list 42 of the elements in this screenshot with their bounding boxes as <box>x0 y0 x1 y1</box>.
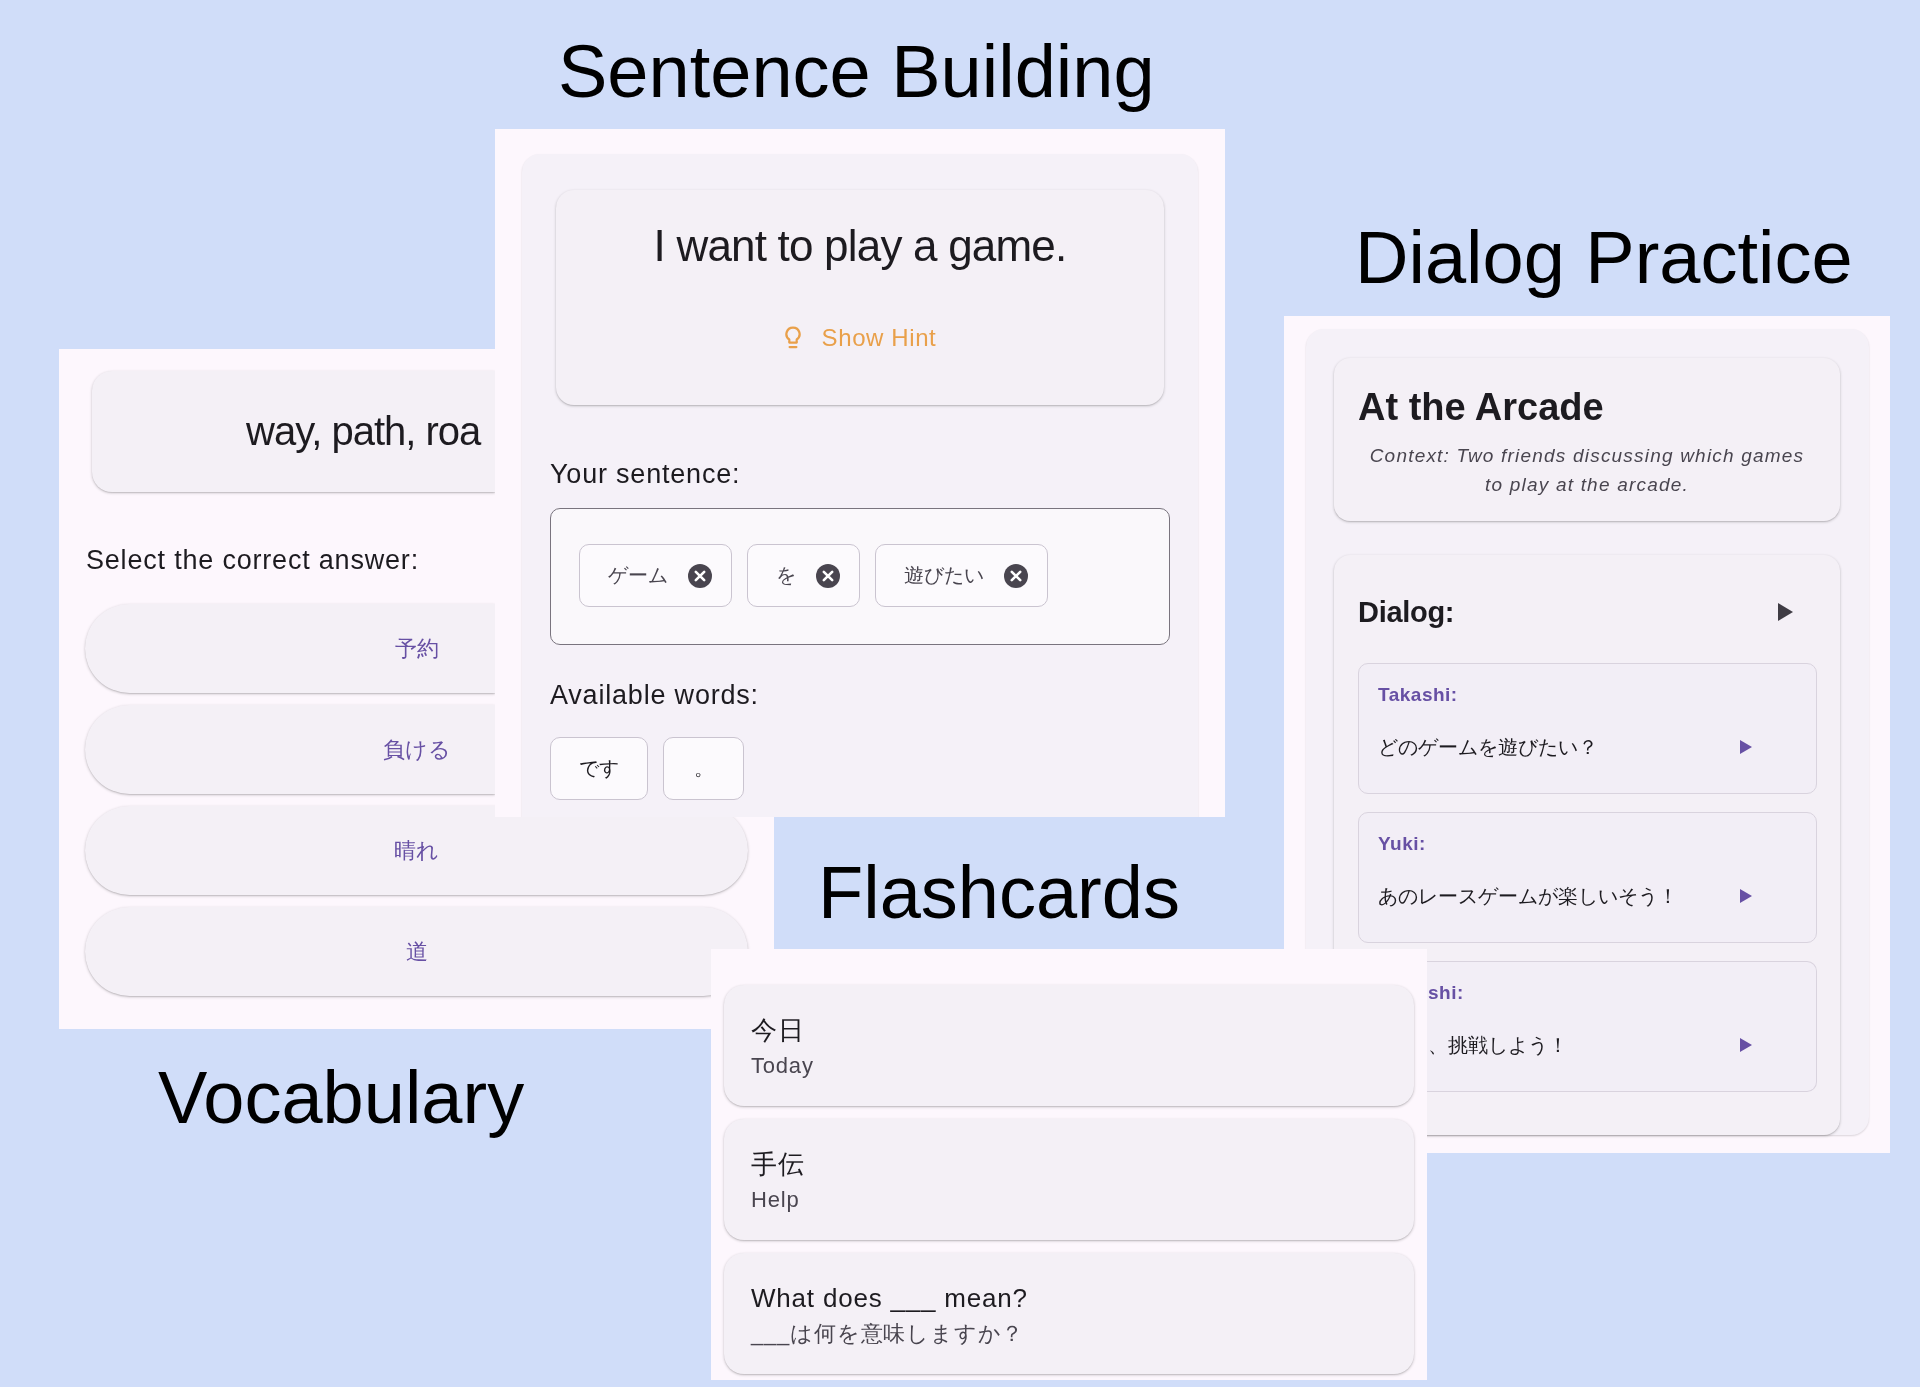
play-icon[interactable] <box>1740 1038 1752 1052</box>
line-text: 、挑戦しよう！ <box>1428 1032 1568 1058</box>
flashcard[interactable]: 今日 Today <box>724 985 1414 1106</box>
answer-box[interactable]: ゲーム を 遊びたい <box>550 508 1170 645</box>
play-icon[interactable] <box>1740 889 1752 903</box>
close-icon[interactable] <box>688 563 712 588</box>
scenario-title: At the Arcade <box>1358 385 1604 430</box>
word-chip[interactable]: 。 <box>663 737 744 800</box>
card-front-text: 今日 <box>751 1013 805 1047</box>
word-chip[interactable]: ゲーム <box>579 544 732 607</box>
flashcard[interactable]: What does ___ mean? ___は何を意味しますか？ <box>724 1253 1414 1374</box>
card-front-text: 手伝 <box>751 1147 805 1181</box>
section-label: Available words: <box>550 679 759 711</box>
answer-option[interactable]: 晴れ <box>85 806 748 895</box>
speaker-name: Takashi: <box>1378 683 1458 707</box>
lightbulb-icon <box>783 326 802 350</box>
context-text: Context: Two friends discussing which games to play at the arcade. <box>1368 444 1806 497</box>
word-chip[interactable]: を <box>747 544 860 607</box>
speaker-name: shi: <box>1428 981 1464 1005</box>
answer-option[interactable]: 予約 <box>85 604 495 693</box>
section-label: Your sentence: <box>550 458 741 490</box>
line-text: どのゲームを遊びたい？ <box>1378 734 1598 760</box>
answer-option[interactable]: 道 <box>85 907 748 996</box>
dialog-label: Dialog: <box>1358 595 1455 629</box>
card-front-text: What does ___ mean? <box>751 1281 1028 1315</box>
play-icon[interactable] <box>1778 603 1793 621</box>
line-text: あのレースゲームが楽しいそう！ <box>1378 883 1678 909</box>
card-back-text: ___は何を意味しますか？ <box>751 1320 1025 1347</box>
section-title: Flashcards <box>818 856 1180 930</box>
instruction-text: Select the correct answer: <box>86 544 419 576</box>
close-icon[interactable] <box>1004 563 1028 588</box>
prompt-text: way, path, roa <box>246 409 481 454</box>
answer-option[interactable]: 負ける <box>85 705 495 794</box>
close-icon[interactable] <box>816 563 840 588</box>
speaker-name: Yuki: <box>1378 832 1426 856</box>
play-icon[interactable] <box>1740 740 1752 754</box>
card-back-text: Help <box>751 1186 800 1213</box>
prompt-text: I want to play a game. <box>653 220 1067 272</box>
card-back-text: Today <box>751 1052 814 1079</box>
word-chip[interactable]: 遊びたい <box>875 544 1048 607</box>
flashcard[interactable]: 手伝 Help <box>724 1119 1414 1240</box>
word-chip[interactable]: です <box>550 737 648 800</box>
